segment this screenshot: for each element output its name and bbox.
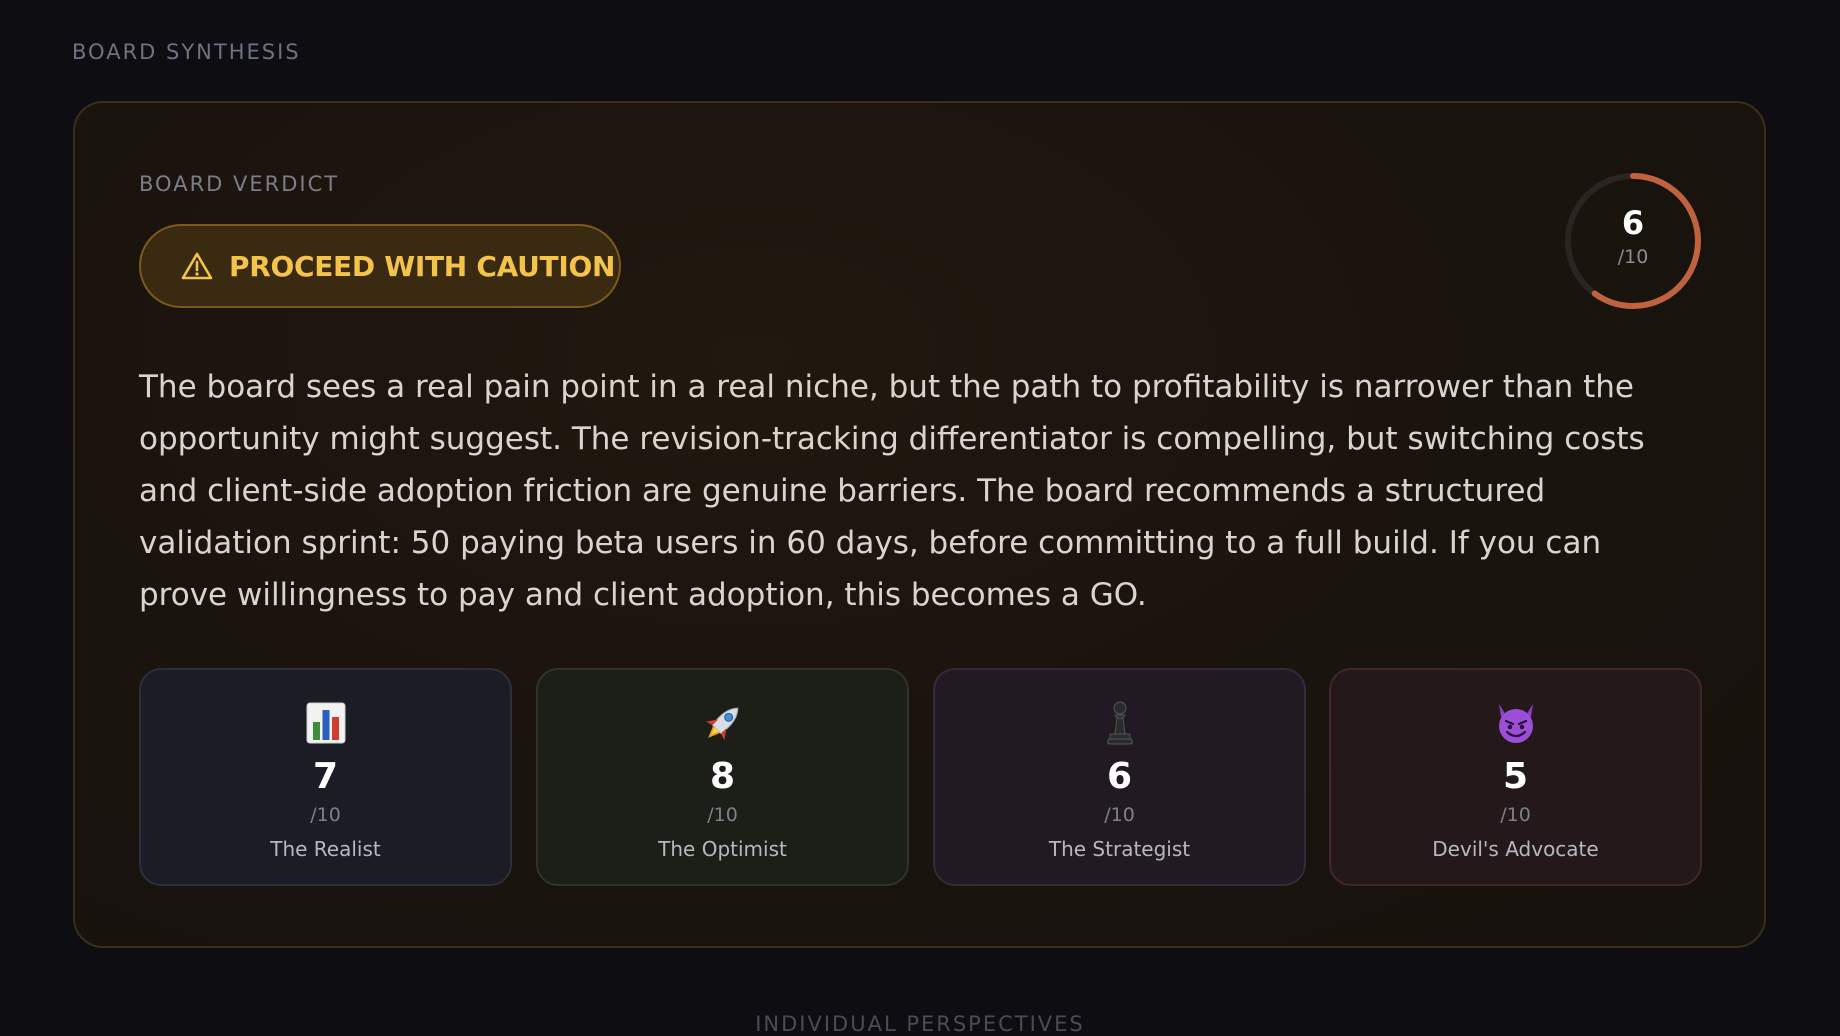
bar-chart-icon [141, 700, 510, 746]
warning-triangle-icon [181, 251, 213, 281]
advisor-name: The Optimist [658, 837, 787, 861]
advisor-score-max: /10 [1500, 804, 1531, 826]
advisor-score: 7 [312, 756, 339, 797]
verdict-text: PROCEED WITH CAUTION [229, 249, 616, 283]
advisor-card-realist[interactable]: 7 /10 The Realist [139, 668, 512, 886]
advisor-score: 6 [1106, 756, 1133, 797]
advisor-score-max: /10 [310, 804, 341, 826]
advisor-score: 5 [1502, 756, 1529, 797]
advisor-score-max: /10 [1104, 804, 1135, 826]
advisor-scores: 7 /10 The Realist 8 /10 The Optimist 6 /… [139, 668, 1702, 886]
next-section-label: INDIVIDUAL PERSPECTIVES [755, 1012, 1085, 1036]
advisor-card-devils-advocate[interactable]: 5 /10 Devil's Advocate [1329, 668, 1702, 886]
chess-pawn-icon [935, 700, 1304, 746]
overall-score: 6 [1621, 204, 1645, 242]
overall-score-ring: 6 /10 [1562, 170, 1704, 312]
advisor-score: 8 [709, 756, 736, 797]
devil-face-icon [1331, 700, 1700, 746]
advisor-name: The Strategist [1048, 837, 1191, 861]
board-verdict-card: BOARD VERDICT PROCEED WITH CAUTION 6 /10… [73, 101, 1766, 948]
advisor-name: Devil's Advocate [1432, 837, 1599, 861]
rocket-icon [538, 700, 907, 746]
verdict-badge: PROCEED WITH CAUTION [139, 224, 621, 308]
verdict-label: BOARD VERDICT [139, 172, 340, 196]
verdict-summary: The board sees a real pain point in a re… [139, 369, 1645, 613]
overall-score-max: /10 [1617, 246, 1649, 268]
advisor-card-strategist[interactable]: 6 /10 The Strategist [933, 668, 1306, 886]
section-label: BOARD SYNTHESIS [72, 40, 301, 64]
advisor-card-optimist[interactable]: 8 /10 The Optimist [536, 668, 909, 886]
advisor-name: The Realist [270, 837, 381, 861]
advisor-score-max: /10 [707, 804, 738, 826]
